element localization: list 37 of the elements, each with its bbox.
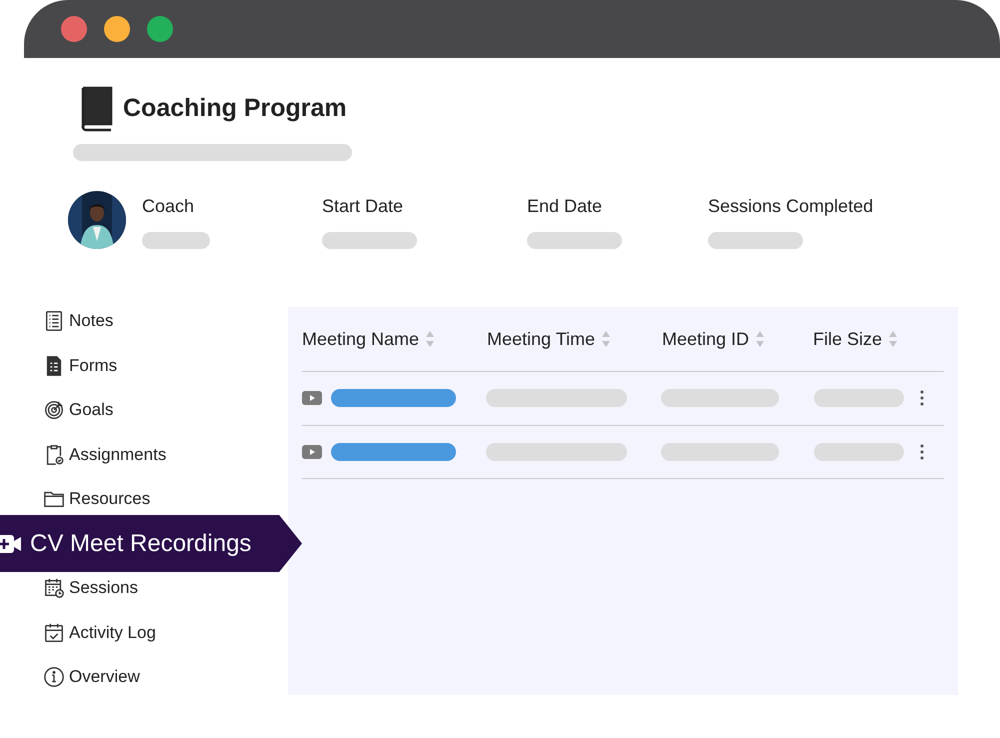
calendar-clock-icon — [43, 577, 65, 599]
sidebar-item[interactable]: Forms — [43, 352, 288, 380]
sidebar-item[interactable]: Resources — [43, 485, 288, 513]
sidebar-item[interactable]: Goals — [43, 396, 288, 424]
column-header[interactable]: Meeting ID — [662, 326, 813, 352]
summary-label: Start Date — [322, 195, 404, 218]
book-icon — [79, 86, 113, 132]
more-icon[interactable] — [920, 390, 924, 406]
minimize-button[interactable] — [104, 16, 130, 42]
sidebar-item[interactable]: Activity Log — [43, 618, 288, 646]
sort-icon — [755, 330, 766, 348]
sidebar-item[interactable]: Assignments — [43, 440, 288, 468]
calendar-check-icon — [43, 622, 65, 644]
maximize-button[interactable] — [147, 16, 173, 42]
summary-label: Coach — [142, 195, 196, 218]
sort-icon — [888, 330, 898, 348]
column-header[interactable]: Meeting Time — [487, 326, 662, 352]
summary-label: End Date — [527, 195, 604, 218]
video-play-icon — [302, 391, 322, 406]
program-title: Coaching Program — [123, 93, 347, 124]
value-placeholder — [142, 232, 210, 249]
close-button[interactable] — [61, 16, 87, 42]
target-icon — [43, 399, 65, 421]
sidebar-item[interactable]: Overview — [43, 663, 288, 691]
summary-label: Sessions Completed — [708, 195, 874, 218]
sidebar-item[interactable]: Notes — [43, 307, 288, 335]
column-header[interactable]: File Size — [813, 326, 898, 352]
sort-icon — [425, 330, 436, 348]
sidebar-item[interactable]: Sessions — [43, 574, 288, 602]
sidebar-item[interactable]: CV Meet Recordings — [0, 515, 302, 572]
more-icon[interactable] — [920, 444, 924, 460]
sort-icon — [601, 330, 612, 348]
info-icon — [43, 666, 65, 688]
video-plus-icon — [0, 532, 22, 554]
column-header[interactable]: Meeting Name — [302, 326, 487, 352]
list-icon — [43, 310, 65, 332]
video-play-icon — [302, 444, 322, 459]
